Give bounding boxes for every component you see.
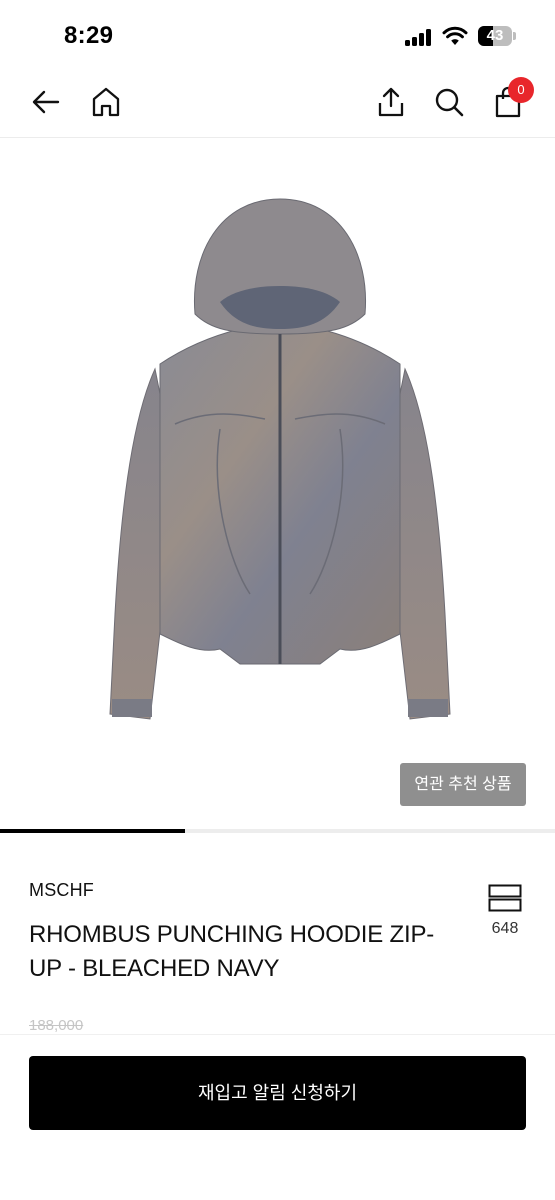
battery-percent: 43: [486, 27, 504, 44]
product-title: RHOMBUS PUNCHING HOODIE ZIP-UP - BLEACHE…: [29, 921, 435, 982]
status-time: 8:29: [64, 22, 114, 49]
cellular-signal-icon: [405, 28, 433, 46]
top-nav-bar: [0, 70, 555, 138]
restock-alert-button[interactable]: 재입고 알림 신청하기: [29, 1056, 526, 1130]
gallery-progress-indicator: [0, 829, 555, 833]
related-products-button[interactable]: 연관 추천 상품: [400, 763, 526, 806]
battery-icon: 43: [478, 26, 516, 46]
original-price: 188,000: [29, 1017, 84, 1034]
home-icon[interactable]: [88, 84, 124, 120]
like-button[interactable]: 648: [484, 882, 526, 942]
status-bar: 8:29 43: [0, 0, 555, 70]
bookmark-list-icon: [488, 884, 522, 912]
brand-name[interactable]: MSCHF: [29, 880, 94, 901]
like-count: 648: [491, 920, 519, 937]
product-image: [109, 198, 451, 720]
cart-count-badge: 0: [508, 77, 534, 103]
product-image-gallery[interactable]: 연관 추천 상품: [0, 139, 555, 829]
share-icon[interactable]: [373, 84, 409, 120]
search-icon[interactable]: [431, 84, 467, 120]
wifi-icon: [442, 26, 468, 45]
arrow-left-icon[interactable]: [28, 84, 64, 120]
